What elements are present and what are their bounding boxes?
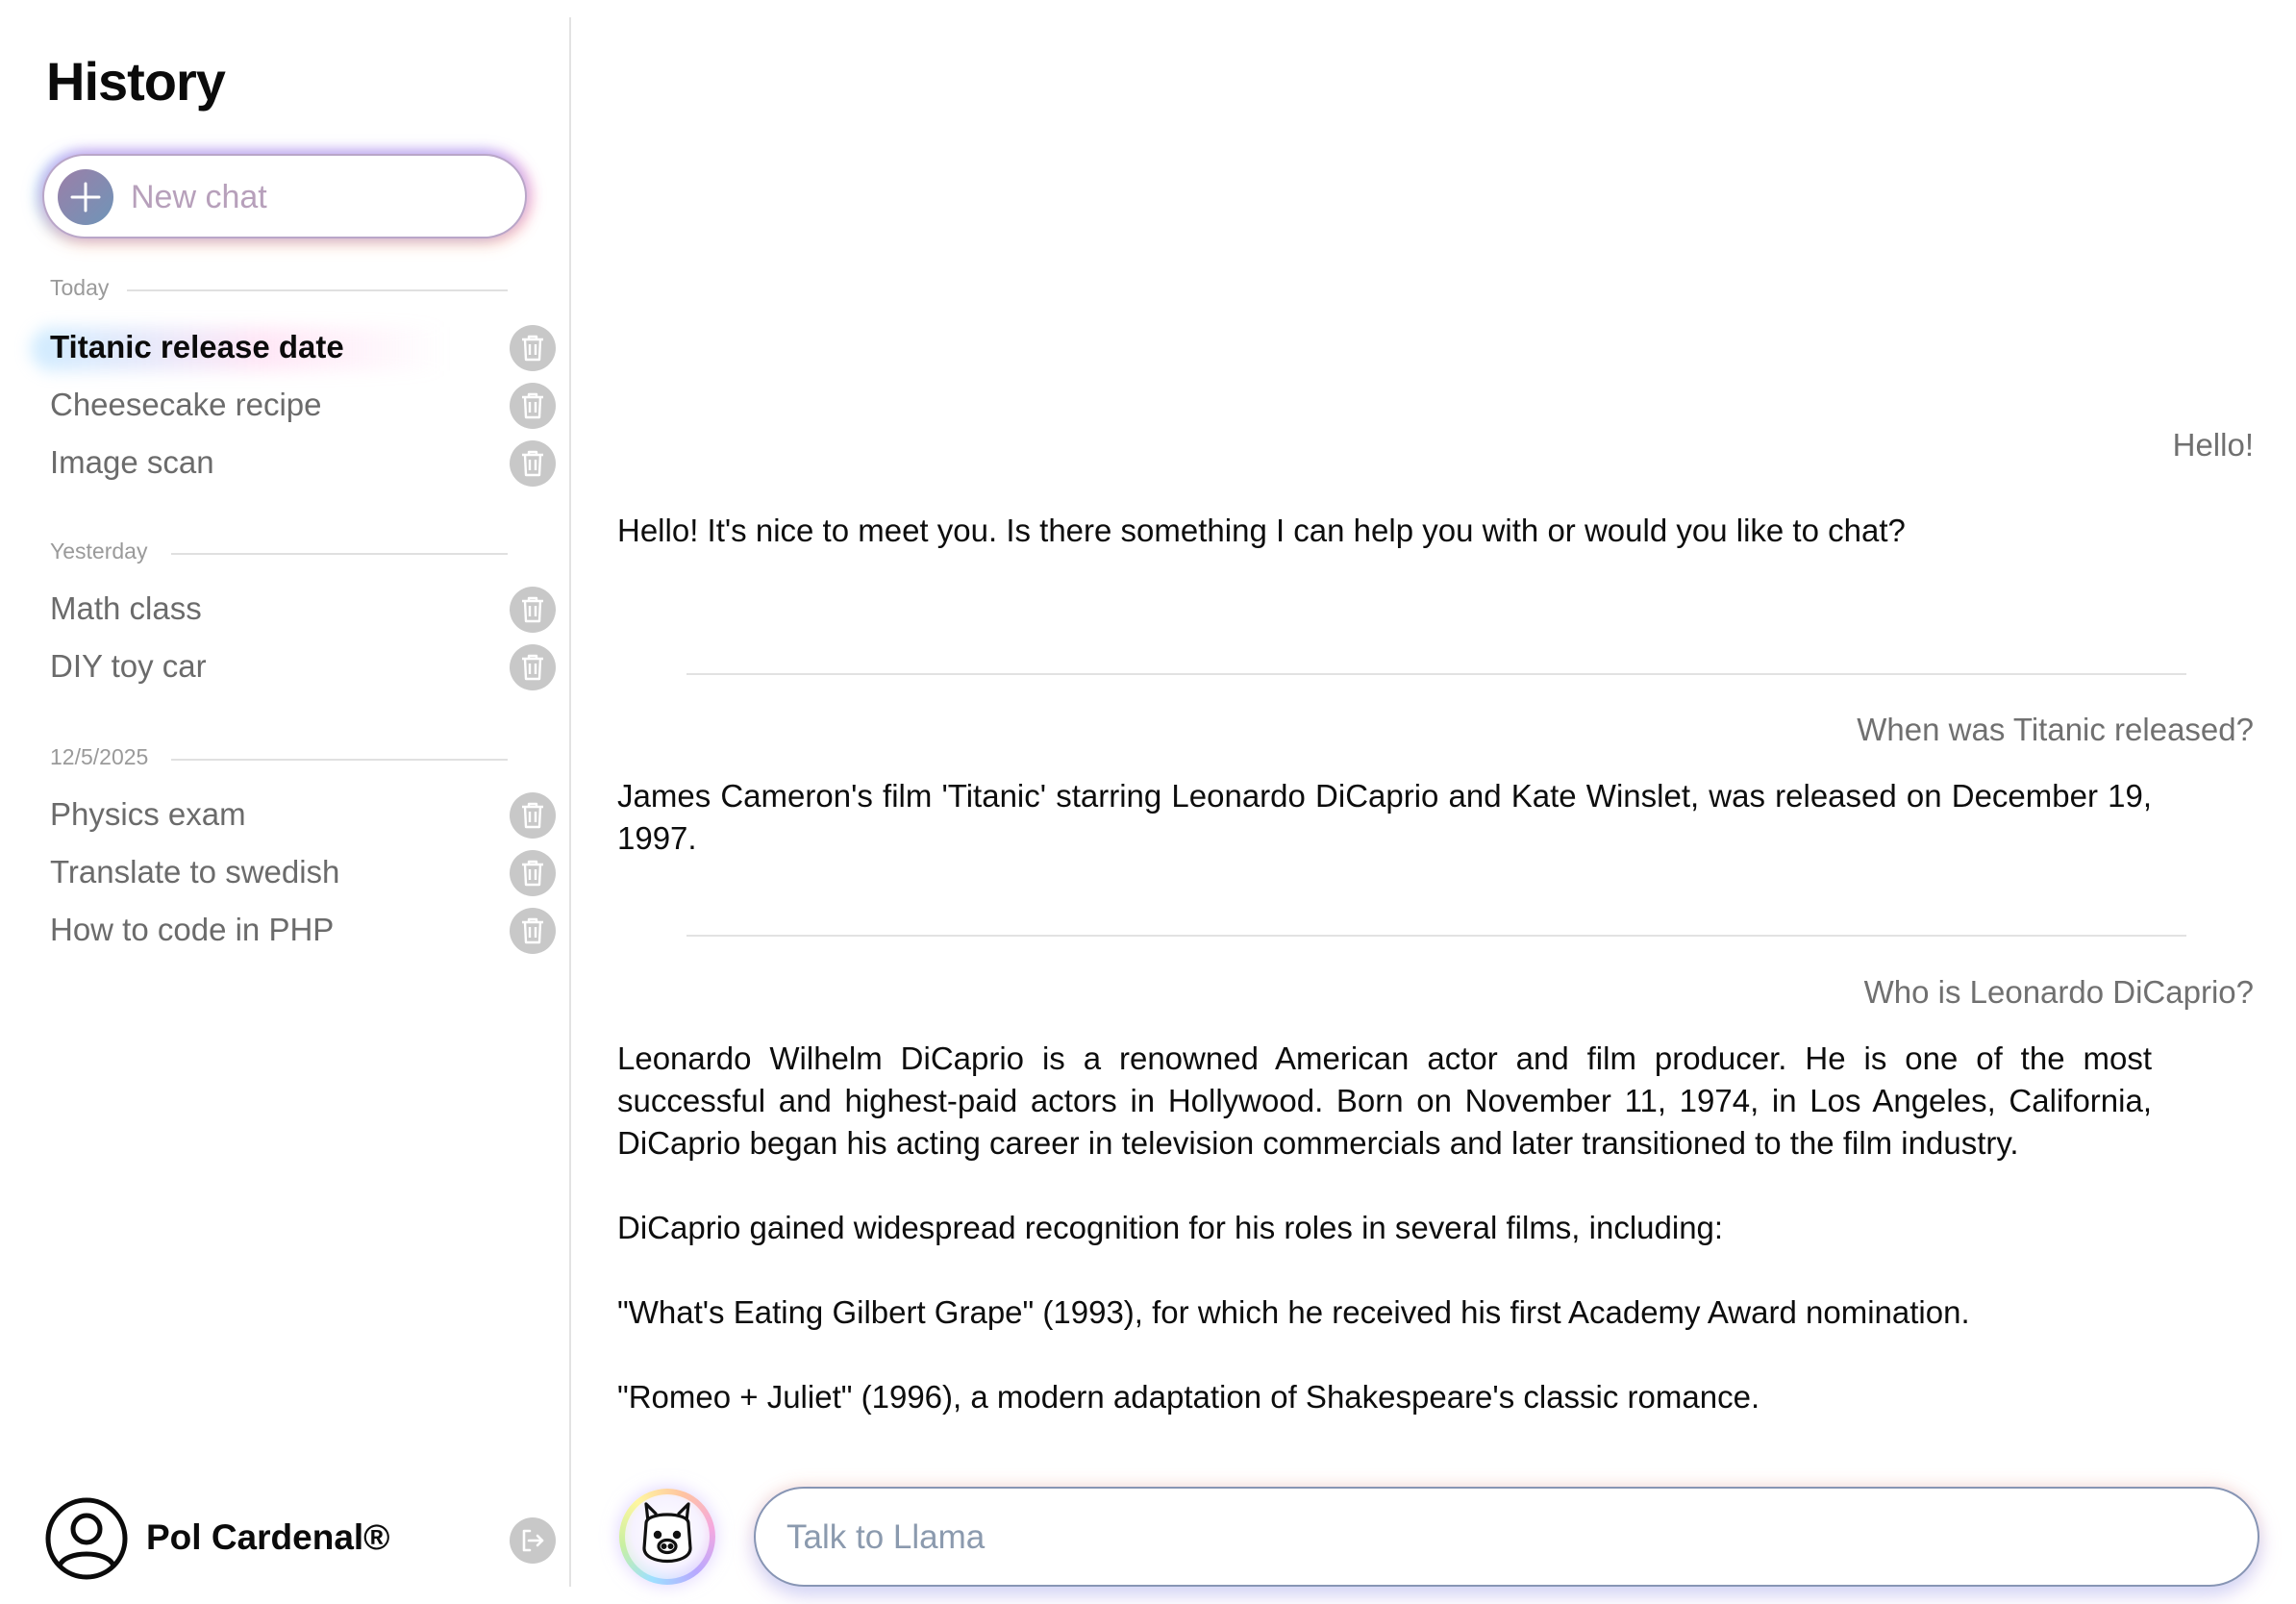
user-message: Hello! — [2172, 427, 2254, 463]
chat-panel: Hello! Hello! It's nice to meet you. Is … — [571, 0, 2296, 1604]
trash-icon[interactable] — [510, 325, 556, 371]
user-message: When was Titanic released? — [1857, 712, 2254, 747]
llama-assistant-button[interactable] — [619, 1489, 715, 1585]
trash-icon[interactable] — [510, 792, 556, 839]
assistant-message: Hello! It's nice to meet you. Is there s… — [617, 510, 2152, 552]
message-paragraph: "What's Eating Gilbert Grape" (1993), fo… — [617, 1294, 1970, 1330]
user-circle-icon[interactable] — [44, 1496, 129, 1581]
chat-item-label: DIY toy car — [50, 648, 207, 684]
group-divider — [171, 553, 508, 555]
chat-composer[interactable] — [754, 1487, 2259, 1587]
chat-item-translate[interactable]: Translate to swedish — [50, 850, 560, 898]
chat-item-label: Image scan — [50, 444, 214, 480]
message-divider — [686, 673, 2186, 675]
chat-item-label: Translate to swedish — [50, 854, 340, 890]
message-paragraph: "Romeo + Juliet" (1996), a modern adapta… — [617, 1379, 1760, 1415]
llama-icon — [642, 1502, 692, 1564]
message-paragraph: Hello! It's nice to meet you. Is there s… — [617, 513, 1906, 548]
trash-icon[interactable] — [510, 908, 556, 954]
logout-icon[interactable] — [510, 1517, 556, 1564]
user-profile[interactable]: Pol Cardenal® — [44, 1496, 563, 1583]
history-sidebar: History New chat Today Titanic release d… — [0, 0, 571, 1604]
chat-item-label: Physics exam — [50, 796, 246, 832]
message-paragraph: James Cameron's film 'Titanic' starring … — [617, 778, 2152, 856]
user-message: Who is Leonardo DiCaprio? — [1863, 974, 2254, 1010]
chat-item-physics-exam[interactable]: Physics exam — [50, 792, 560, 840]
new-chat-label: New chat — [131, 179, 267, 215]
user-name: Pol Cardenal® — [146, 1517, 390, 1557]
group-label-today: Today — [50, 275, 110, 300]
message-paragraph: Leonardo Wilhelm DiCaprio is a renowned … — [617, 1040, 2152, 1161]
chat-item-label: Titanic release date — [50, 329, 344, 364]
chat-item-math-class[interactable]: Math class — [50, 587, 560, 635]
chat-item-cheesecake[interactable]: Cheesecake recipe — [50, 383, 560, 431]
message-divider — [686, 935, 2186, 937]
chat-item-titanic[interactable]: Titanic release date — [31, 325, 560, 373]
chat-item-label: Cheesecake recipe — [50, 387, 322, 422]
chat-item-label: Math class — [50, 590, 202, 626]
trash-icon[interactable] — [510, 587, 556, 633]
trash-icon[interactable] — [510, 850, 556, 896]
trash-icon[interactable] — [510, 644, 556, 690]
new-chat-button[interactable]: New chat — [42, 154, 527, 238]
group-label-yesterday: Yesterday — [50, 539, 148, 564]
chat-item-label: How to code in PHP — [50, 912, 335, 947]
assistant-message: James Cameron's film 'Titanic' starring … — [617, 775, 2152, 860]
message-paragraph: DiCaprio gained widespread recognition f… — [617, 1210, 1724, 1245]
message-input[interactable] — [785, 1512, 2227, 1564]
sidebar-title: History — [46, 51, 226, 112]
chat-item-image-scan[interactable]: Image scan — [50, 440, 560, 489]
group-divider — [171, 759, 508, 761]
chat-item-php[interactable]: How to code in PHP — [50, 908, 560, 956]
assistant-message: Leonardo Wilhelm DiCaprio is a renowned … — [617, 1038, 2152, 1418]
trash-icon[interactable] — [510, 383, 556, 429]
chat-item-diy-toy-car[interactable]: DIY toy car — [50, 644, 560, 692]
trash-icon[interactable] — [510, 440, 556, 487]
plus-icon — [58, 169, 113, 225]
group-label-date: 12/5/2025 — [50, 744, 149, 769]
group-divider — [127, 289, 508, 291]
